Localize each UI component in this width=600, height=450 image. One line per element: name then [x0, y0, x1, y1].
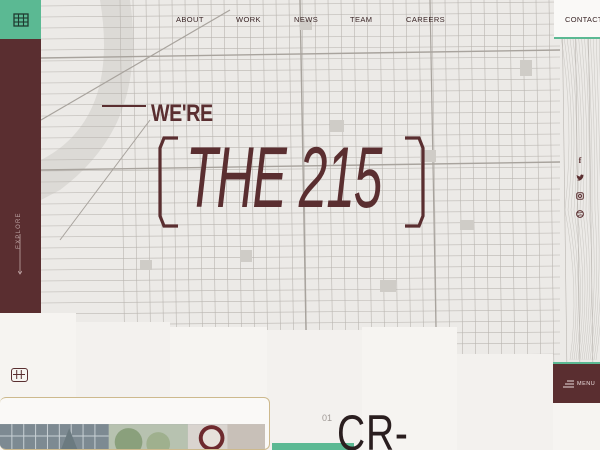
hero-headline: THE 215 — [186, 130, 382, 226]
explore-label[interactable]: EXPLORE — [16, 212, 22, 249]
panel-7 — [553, 403, 600, 450]
social-links: f — [575, 156, 585, 228]
contact-button[interactable]: CONTACT — [554, 0, 600, 39]
left-bracket — [158, 136, 178, 228]
featured-photo — [0, 424, 265, 449]
contact-label: CONTACT — [565, 15, 600, 24]
section-number: 01 — [322, 413, 333, 423]
left-sidebar: EXPLORE — [0, 39, 41, 313]
nav-about[interactable]: ABOUT — [176, 15, 204, 24]
featured-card[interactable] — [0, 397, 270, 450]
panel-6 — [457, 354, 553, 450]
hamburger-icon — [563, 380, 574, 388]
hero-intro: WE'RE — [151, 100, 213, 127]
right-bracket — [405, 136, 425, 228]
section-title: CR- — [337, 405, 409, 450]
facebook-icon[interactable]: f — [575, 156, 585, 174]
nav-careers[interactable]: CAREERS — [406, 15, 445, 24]
grid-view-icon[interactable] — [11, 368, 28, 382]
hero-rule — [102, 105, 146, 107]
menu-button[interactable]: MENU — [553, 362, 600, 403]
twitter-icon[interactable] — [575, 174, 585, 192]
nav-work[interactable]: WORK — [236, 15, 261, 24]
logo-button[interactable] — [0, 0, 41, 39]
instagram-icon[interactable] — [575, 192, 585, 210]
grid-logo-icon — [12, 12, 29, 27]
nav-news[interactable]: NEWS — [294, 15, 318, 24]
nav-team[interactable]: TEAM — [350, 15, 372, 24]
dribbble-icon[interactable] — [575, 210, 585, 228]
menu-label: MENU — [577, 381, 596, 387]
